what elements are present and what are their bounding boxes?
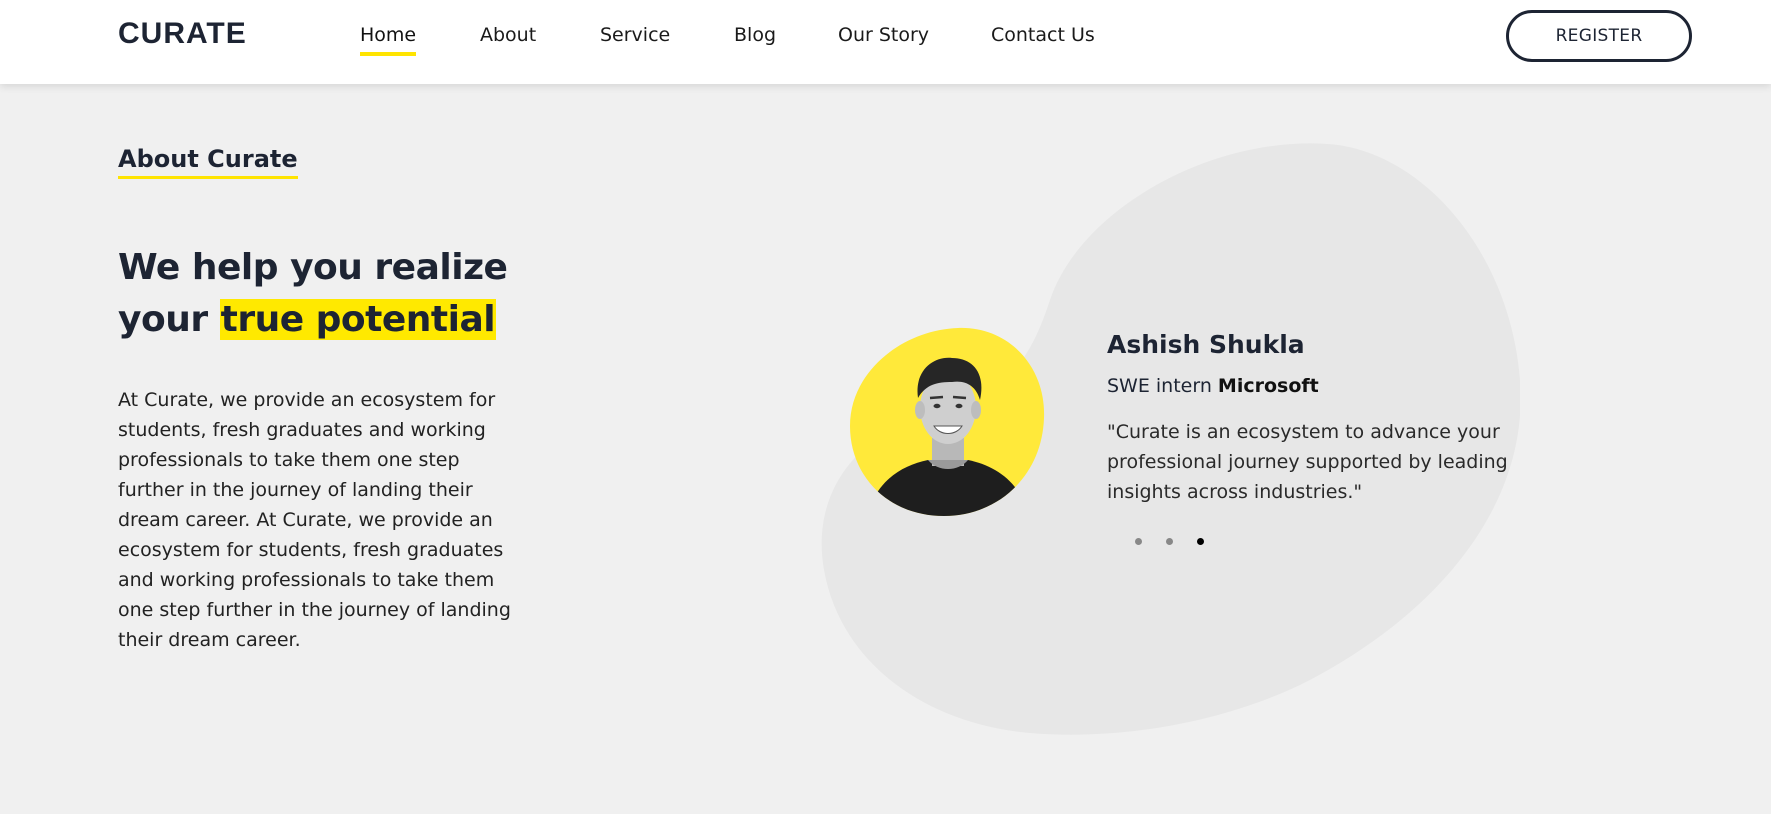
carousel-dot-3[interactable] <box>1197 538 1204 545</box>
nav-item-service[interactable]: Service <box>600 24 670 46</box>
nav-item-about[interactable]: About <box>480 24 536 46</box>
nav-item-home[interactable]: Home <box>360 24 417 56</box>
headline: We help you realize your true potential <box>118 242 578 346</box>
register-button[interactable]: REGISTER <box>1506 10 1692 62</box>
section-label: About Curate <box>118 145 298 179</box>
headline-prefix: your <box>118 299 220 340</box>
headline-highlight: true potential <box>219 299 497 340</box>
testimonial-card: Ashish Shukla SWE intern Microsoft "Cura… <box>1107 330 1527 507</box>
role-title: SWE intern <box>1107 375 1218 397</box>
active-nav-underline <box>360 52 417 56</box>
testimonial-avatar <box>848 326 1046 518</box>
nav-item-our-story[interactable]: Our Story <box>838 24 929 46</box>
avatar-portrait-image <box>850 327 1045 516</box>
testimonial-quote: "Curate is an ecosystem to advance your … <box>1107 421 1508 503</box>
nav-item-contact-us[interactable]: Contact Us <box>991 24 1095 46</box>
role-company: Microsoft <box>1217 375 1319 397</box>
testimonial-name: Ashish Shukla <box>1107 330 1305 359</box>
about-description: At Curate, we provide an ecosystem for s… <box>118 389 511 651</box>
curate-logo[interactable]: CURATE <box>118 17 247 51</box>
carousel-dot-1[interactable] <box>1135 538 1142 545</box>
site-header: CURATE Home About Service Blog Our Story… <box>0 0 1771 84</box>
headline-line-1: We help you realize <box>118 247 508 288</box>
nav-item-label: Home <box>360 24 417 46</box>
headline-line-2: your true potential <box>118 294 578 346</box>
carousel-dot-2[interactable] <box>1166 538 1173 545</box>
testimonial-role: SWE intern Microsoft <box>1107 375 1527 397</box>
nav-item-blog[interactable]: Blog <box>734 24 776 46</box>
